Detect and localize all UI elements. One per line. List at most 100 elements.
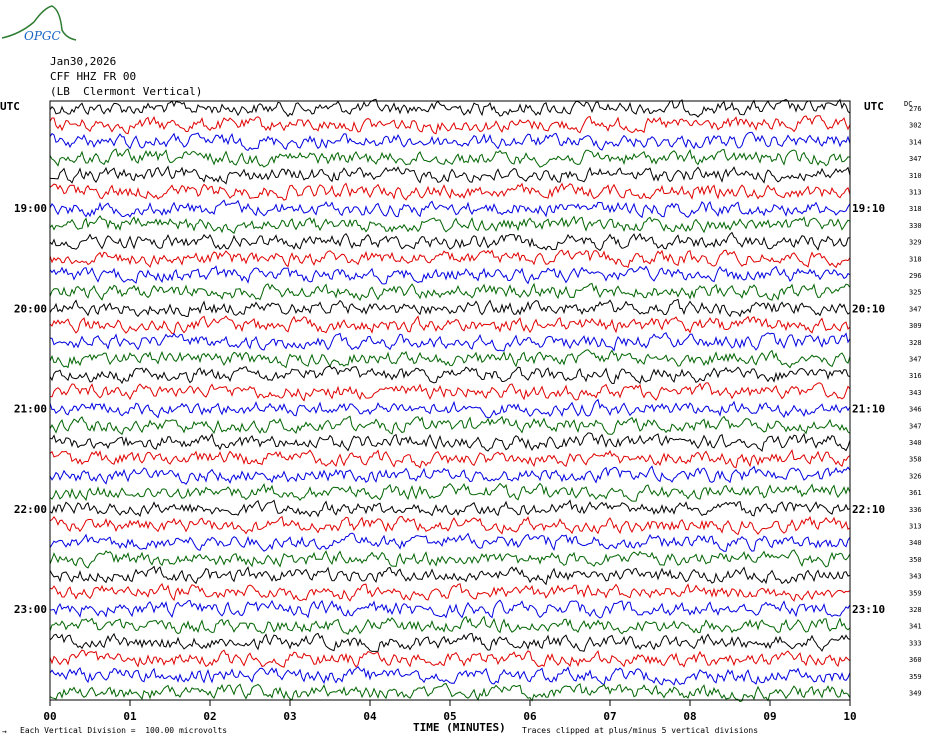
- dc-offset-value: 302: [909, 122, 922, 130]
- dc-offset-value: 336: [909, 506, 922, 514]
- seismic-trace: [49, 199, 851, 219]
- seismic-trace: [49, 215, 851, 234]
- right-time-label: 19:10: [852, 202, 885, 215]
- seismic-trace: [49, 332, 851, 352]
- x-tick-label: 10: [843, 710, 856, 723]
- x-tick-label: 08: [683, 710, 696, 723]
- dc-offset-value: 314: [909, 138, 922, 146]
- dc-offset-value: 310: [909, 172, 922, 180]
- seismic-trace: [49, 499, 851, 518]
- seismic-trace: [49, 98, 851, 118]
- right-time-label: 20:10: [852, 302, 885, 315]
- dc-offset-value: 313: [909, 523, 922, 531]
- dc-offset-value: 347: [909, 305, 922, 313]
- seismic-trace: [49, 131, 851, 152]
- seismic-trace: [49, 482, 851, 502]
- dc-offset-value: 309: [909, 322, 922, 330]
- left-time-label: 23:00: [14, 603, 47, 616]
- x-tick-label: 04: [363, 710, 377, 723]
- seismic-trace: [49, 432, 851, 452]
- seismic-trace: [49, 249, 851, 269]
- right-time-label: 22:10: [852, 503, 885, 516]
- seismic-trace: [49, 315, 851, 335]
- seismic-trace: [49, 148, 851, 168]
- dc-offset-value: 347: [909, 422, 922, 430]
- dc-offset-value: 343: [909, 573, 922, 581]
- seismic-trace: [49, 565, 851, 586]
- dc-offset-value: 313: [909, 189, 922, 197]
- dc-offset-value: 360: [909, 656, 922, 664]
- dc-offset-value: 358: [909, 456, 922, 464]
- dc-offset-value: 361: [909, 489, 922, 497]
- seismic-trace: [49, 365, 851, 385]
- footer-clip: Traces clipped at plus/minus 5 vertical …: [522, 726, 759, 735]
- x-axis-title: TIME (MINUTES): [413, 721, 506, 734]
- seismic-trace: [49, 632, 851, 653]
- dc-offset-value: 296: [909, 272, 922, 280]
- dc-offset-value: 328: [909, 339, 922, 347]
- left-time-label: 19:00: [14, 202, 47, 215]
- right-time-label: 21:10: [852, 403, 885, 416]
- dc-offset-value: 359: [909, 673, 922, 681]
- seismic-trace: [49, 666, 851, 686]
- x-axis: 00 01 02 03 04 05 06 07 08 09 10: [43, 700, 857, 723]
- seismic-trace: [49, 415, 851, 436]
- dc-offset-value: 349: [909, 690, 922, 698]
- dc-offset-value: 359: [909, 589, 922, 597]
- seismic-trace: [49, 182, 851, 201]
- seismic-trace: [49, 532, 851, 552]
- footer-scale: Each Vertical Division = 100.00 microvol…: [20, 726, 228, 735]
- dc-offset-value: 333: [909, 639, 922, 647]
- left-time-axis: 19:00 20:00 21:00 22:00 23:00: [14, 202, 47, 616]
- x-tick-label: 00: [43, 710, 56, 723]
- dc-offset-value: 350: [909, 556, 922, 564]
- seismic-trace: [49, 682, 851, 703]
- seismic-trace: [49, 231, 851, 252]
- dc-offset-value: 347: [909, 356, 922, 364]
- seismic-trace: [49, 465, 851, 485]
- left-time-label: 21:00: [14, 403, 47, 416]
- dc-offset-value: 316: [909, 372, 922, 380]
- x-tick-label: 01: [123, 710, 137, 723]
- seismic-trace: [49, 382, 851, 402]
- dc-offset-value: 340: [909, 439, 922, 447]
- seismic-trace: [49, 615, 851, 635]
- seismic-trace: [49, 515, 851, 536]
- dc-offset-value: 328: [909, 606, 922, 614]
- seismic-trace: [49, 398, 851, 419]
- seismic-trace: [49, 449, 851, 469]
- dc-offset-value: 329: [909, 239, 922, 247]
- seismic-trace: [49, 115, 851, 135]
- dc-offset-value: 325: [909, 289, 922, 297]
- x-tick-label: 03: [283, 710, 296, 723]
- dc-offset-value: 346: [909, 406, 922, 414]
- x-tick-label: 09: [763, 710, 776, 723]
- left-time-label: 22:00: [14, 503, 47, 516]
- dc-offset-value: 318: [909, 205, 922, 213]
- helicorder-chart: 00 01 02 03 04 05 06 07 08 09 10 19:0020:0021:0022…: [0, 98, 922, 723]
- dc-offset-value: 326: [909, 472, 922, 480]
- seismic-trace: [49, 298, 851, 318]
- x-tick-label: 06: [523, 710, 537, 723]
- left-utc-label: UTC: [0, 100, 20, 113]
- seismic-trace: [49, 599, 851, 619]
- dc-offset-value: 330: [909, 222, 922, 230]
- dc-offset-value: 341: [909, 623, 922, 631]
- footer-mark: →: [2, 727, 7, 736]
- dc-offset-value: 343: [909, 389, 922, 397]
- trace-group: [49, 98, 851, 703]
- x-tick-label: 02: [203, 710, 216, 723]
- right-time-label: 23:10: [852, 603, 885, 616]
- dc-offset-value: 318: [909, 255, 922, 263]
- right-time-axis: 19:10 20:10 21:10 22:10 23:10: [852, 202, 885, 616]
- left-time-label: 20:00: [14, 302, 47, 315]
- x-tick-label: 07: [603, 710, 616, 723]
- seismic-trace: [49, 265, 851, 285]
- right-utc-label: UTC: [864, 100, 884, 113]
- dc-column-label: DC: [904, 100, 912, 108]
- seismic-trace: [49, 165, 851, 185]
- seismic-trace: [49, 649, 851, 668]
- dc-offset-column: 2763023143473103133183303293182963253473…: [909, 105, 922, 698]
- seismic-trace: [49, 583, 851, 602]
- dc-offset-value: 340: [909, 539, 922, 547]
